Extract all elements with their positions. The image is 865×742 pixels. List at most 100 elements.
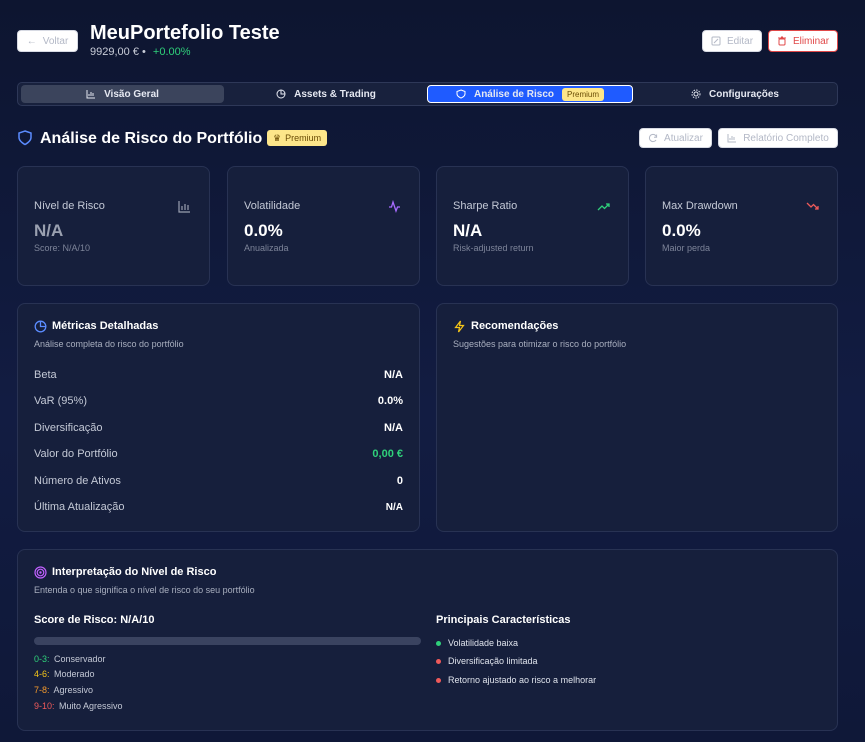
legend-aggressive: 7-8: Agressivo	[34, 685, 93, 695]
stat-sub: Score: N/A/10	[34, 243, 91, 253]
card-description: Entenda o que significa o nível de risco…	[34, 585, 255, 595]
card-title: Interpretação do Nível de Risco	[52, 566, 217, 578]
recommendations-card: Recomendações Sugestões para otimizar o …	[436, 303, 838, 532]
stat-label: Max Drawdown	[662, 200, 738, 212]
metric-value: N/A	[385, 501, 403, 513]
legend-text: Conservador	[54, 654, 106, 664]
detailed-metrics-card: Métricas Detalhadas Análise completa do …	[17, 303, 420, 532]
card-description: Análise completa do risco do portfólio	[34, 339, 184, 349]
metric-label: Valor do Portfólio	[34, 448, 118, 460]
metric-value: 0	[396, 475, 403, 487]
risk-score-bar	[34, 637, 421, 645]
portfolio-balance: 9929,00 € • +0.00%	[90, 46, 191, 58]
legend-range: 9-10:	[34, 701, 55, 711]
metric-value: N/A	[384, 422, 403, 434]
stat-value: 0.0%	[662, 221, 701, 240]
card-description: Sugestões para otimizar o risco do portf…	[453, 339, 627, 349]
balance-value: 9929,00 € •	[90, 46, 146, 58]
metric-row-asset-count: Número de Ativos 0	[34, 473, 403, 489]
risk-score-label: Score de Risco: N/A/10	[34, 614, 155, 626]
delete-button[interactable]: Eliminar	[768, 30, 838, 52]
bar-chart-icon	[178, 201, 190, 213]
metric-label: VaR (95%)	[34, 395, 87, 407]
stat-value: 0.0%	[244, 221, 283, 240]
edit-label: Editar	[726, 35, 754, 47]
premium-label: Premium	[285, 133, 322, 143]
metric-row-var: VaR (95%) 0.0%	[34, 393, 403, 409]
shield-icon	[456, 89, 466, 99]
tab-risk-analysis[interactable]: Análise de Risco Premium	[427, 85, 633, 103]
stat-label: Volatilidade	[244, 200, 301, 212]
tab-settings[interactable]: Configurações	[635, 85, 835, 103]
metric-row-last-update: Última Atualização N/A	[34, 499, 403, 515]
tab-assets-trading[interactable]: Assets & Trading	[226, 85, 426, 103]
refresh-label: Atualizar	[664, 132, 703, 144]
report-label: Relatório Completo	[743, 132, 829, 144]
legend-conservative: 0-3: Conservador	[34, 654, 106, 664]
shield-icon	[18, 130, 32, 146]
bar-chart-icon	[86, 90, 96, 99]
premium-badge: ♛ Premium	[267, 130, 328, 146]
metric-label: Diversificação	[34, 422, 103, 434]
edit-button[interactable]: Editar	[702, 30, 762, 52]
characteristic-item: Diversificação limitada	[436, 656, 538, 666]
crown-icon: ♛	[273, 132, 282, 143]
tab-label: Visão Geral	[104, 88, 159, 100]
premium-badge: Premium	[562, 87, 605, 101]
legend-range: 4-6:	[34, 669, 50, 679]
characteristic-text: Retorno ajustado ao risco a melhorar	[448, 675, 597, 685]
edit-icon	[711, 36, 721, 46]
refresh-button[interactable]: Atualizar	[639, 128, 712, 148]
refresh-icon	[648, 133, 658, 143]
stat-value: N/A	[34, 221, 64, 240]
legend-moderate: 4-6: Moderado	[34, 669, 95, 679]
metric-label: Número de Ativos	[34, 475, 121, 487]
characteristic-text: Volatilidade baixa	[448, 638, 519, 648]
arrow-left-icon: ←	[26, 35, 37, 47]
legend-range: 0-3:	[34, 654, 50, 664]
status-dot	[436, 640, 441, 646]
bar-chart-icon	[727, 134, 737, 143]
stat-card-volatility: Volatilidade 0.0% Anualizada	[227, 166, 420, 286]
legend-very-aggressive: 9-10: Muito Agressivo	[34, 701, 123, 711]
lightning-icon	[454, 320, 465, 333]
legend-text: Muito Agressivo	[59, 701, 123, 711]
stat-label: Nível de Risco	[34, 200, 105, 212]
card-title: Recomendações	[471, 320, 559, 332]
legend-range: 7-8:	[34, 685, 50, 695]
characteristic-item: Retorno ajustado ao risco a melhorar	[436, 675, 596, 685]
gear-icon	[691, 89, 701, 99]
trash-icon	[777, 36, 786, 46]
tab-bar: Visão Geral Assets & Trading Análise de …	[17, 82, 838, 106]
activity-icon	[389, 200, 400, 213]
back-button[interactable]: ← Voltar	[17, 30, 78, 52]
card-title: Métricas Detalhadas	[52, 320, 159, 332]
tab-label: Análise de Risco	[473, 88, 554, 100]
stat-sub: Maior perda	[662, 243, 711, 253]
back-label: Voltar	[42, 35, 69, 47]
delete-label: Eliminar	[792, 35, 830, 47]
status-dot	[436, 677, 441, 683]
stat-value: N/A	[453, 221, 483, 240]
characteristics-title: Principais Características	[436, 614, 571, 626]
section-title: Análise de Risco do Portfólio	[40, 130, 263, 147]
pie-chart-icon	[276, 89, 286, 99]
characteristic-text: Diversificação limitada	[448, 656, 538, 666]
pie-chart-icon	[34, 320, 47, 333]
metric-row-beta: Beta N/A	[34, 367, 403, 383]
trend-down-icon	[806, 202, 819, 210]
stat-card-max-drawdown: Max Drawdown 0.0% Maior perda	[645, 166, 838, 286]
legend-text: Moderado	[54, 669, 95, 679]
trend-up-icon	[597, 203, 610, 211]
metric-value: N/A	[384, 369, 403, 381]
tab-overview[interactable]: Visão Geral	[21, 85, 224, 103]
metric-value: 0.0%	[377, 395, 403, 407]
metric-label: Beta	[34, 369, 57, 381]
stat-label: Sharpe Ratio	[453, 200, 518, 212]
full-report-button[interactable]: Relatório Completo	[718, 128, 838, 148]
stat-card-risk-level: Nível de Risco N/A Score: N/A/10	[17, 166, 210, 286]
change-percent: +0.00%	[152, 46, 191, 58]
risk-interpretation-card: Interpretação do Nível de Risco Entenda …	[17, 549, 838, 731]
metric-row-portfolio-value: Valor do Portfólio 0,00 €	[34, 446, 403, 462]
tab-label: Assets & Trading	[294, 88, 376, 100]
